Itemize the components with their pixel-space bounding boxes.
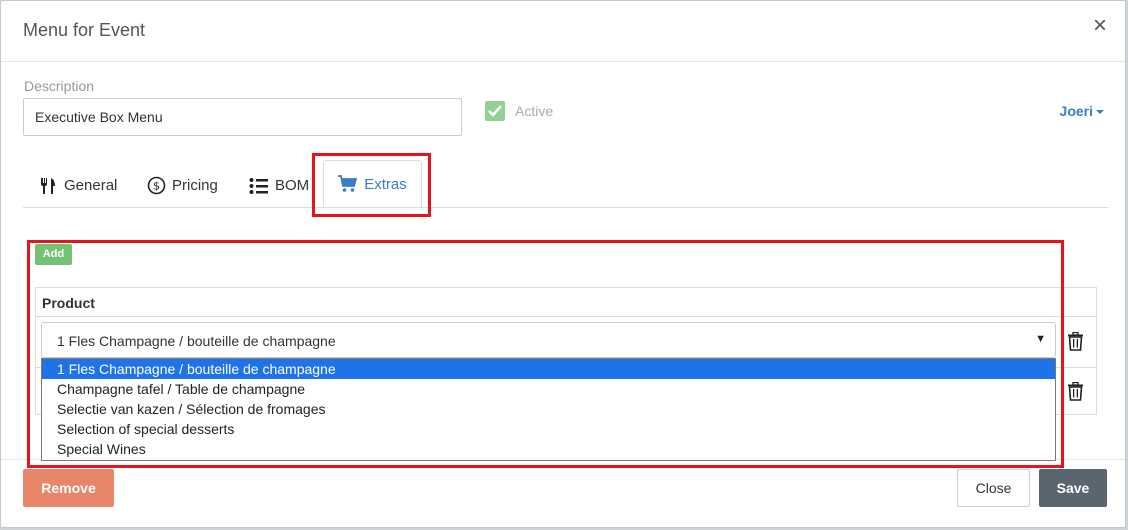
product-select-value: 1 Fles Champagne / bouteille de champagn… xyxy=(57,333,336,349)
tab-general[interactable]: General xyxy=(38,164,117,207)
active-checkbox[interactable] xyxy=(485,101,505,121)
cart-icon xyxy=(338,175,358,193)
save-button[interactable]: Save xyxy=(1039,469,1107,507)
tab-label: General xyxy=(64,177,118,194)
product-dropdown-list: 1 Fles Champagne / bouteille de champagn… xyxy=(41,358,1056,461)
description-label: Description xyxy=(24,78,95,94)
tab-extras[interactable]: Extras xyxy=(323,160,422,208)
close-button[interactable]: Close xyxy=(957,469,1030,507)
list-icon xyxy=(249,177,269,195)
dropdown-arrow-icon: ▼ xyxy=(1035,333,1046,345)
dropdown-option[interactable]: Special Wines xyxy=(42,439,1055,459)
modal-header: Menu for Event × xyxy=(1,1,1125,62)
check-icon xyxy=(488,105,502,117)
remove-button[interactable]: Remove xyxy=(23,469,114,507)
product-column-header: Product xyxy=(42,295,95,311)
cutlery-icon xyxy=(38,176,58,196)
tab-pricing[interactable]: $ Pricing xyxy=(147,164,218,207)
modal-title: Menu for Event xyxy=(23,20,146,40)
table-header: Product xyxy=(36,288,1096,317)
trash-icon[interactable] xyxy=(1067,331,1084,356)
tabs-divider xyxy=(23,207,1108,208)
tab-label: Pricing xyxy=(172,177,218,194)
user-menu[interactable]: Joeri xyxy=(1060,103,1104,119)
dollar-circle-icon: $ xyxy=(147,176,166,195)
dropdown-option[interactable]: Selectie van kazen / Sélection de fromag… xyxy=(42,399,1055,419)
tab-bom[interactable]: BOM xyxy=(249,164,309,207)
user-name: Joeri xyxy=(1059,103,1093,119)
trash-icon[interactable] xyxy=(1067,381,1084,406)
dropdown-option[interactable]: Champagne tafel / Table de champagne xyxy=(42,379,1055,399)
close-icon[interactable]: × xyxy=(1093,14,1107,38)
caret-down-icon xyxy=(1096,110,1104,115)
add-button[interactable]: Add xyxy=(35,244,72,265)
tab-label: Extras xyxy=(364,175,407,193)
dropdown-option[interactable]: Selection of special desserts xyxy=(42,419,1055,439)
dropdown-option[interactable]: 1 Fles Champagne / bouteille de champagn… xyxy=(42,359,1055,379)
description-input[interactable] xyxy=(23,98,462,136)
product-select[interactable]: 1 Fles Champagne / bouteille de champagn… xyxy=(41,322,1056,358)
active-label: Active xyxy=(515,103,554,119)
tab-label: BOM xyxy=(275,177,310,194)
svg-text:$: $ xyxy=(153,180,160,193)
menu-event-modal: Menu for Event × Description Active Joer… xyxy=(0,0,1126,528)
